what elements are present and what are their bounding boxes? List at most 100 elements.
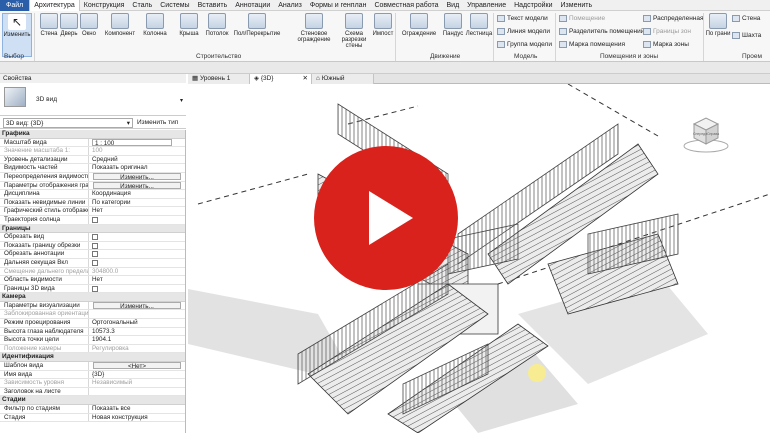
window-button[interactable]: Окно <box>76 13 102 37</box>
property-label: Высота точки цели <box>0 336 89 344</box>
roof-button[interactable]: Крыша <box>176 13 202 37</box>
tab-south[interactable]: ⌂ Южный <box>312 74 374 84</box>
mullion-button[interactable]: Импост <box>370 13 396 37</box>
room-tag-icon <box>559 41 567 48</box>
checkbox[interactable] <box>92 259 98 266</box>
property-value[interactable] <box>89 285 185 293</box>
properties-section[interactable]: Графика <box>0 130 185 139</box>
menu-tab-0[interactable]: Архитектура <box>29 0 80 11</box>
property-value[interactable]: Показать все <box>89 405 185 413</box>
viewcube[interactable]: Спереди Справа <box>682 114 730 154</box>
property-value[interactable]: По категории <box>89 199 185 207</box>
property-value[interactable] <box>89 233 185 241</box>
curtain-grid-button[interactable]: Схема разрезки стены <box>336 13 372 49</box>
ramp-button[interactable]: Пандус <box>440 13 466 37</box>
menu-tab-1[interactable]: Конструкция <box>80 0 129 11</box>
model-text-icon <box>497 15 505 22</box>
checkbox[interactable] <box>92 251 98 258</box>
property-value[interactable] <box>89 242 185 250</box>
property-value[interactable]: Показать оригинал <box>89 164 185 172</box>
menu-tab-3[interactable]: Системы <box>156 0 193 11</box>
property-value[interactable]: Нет <box>89 276 185 284</box>
menu-tab-11[interactable]: Надстройки <box>510 0 556 11</box>
menu-tab-8[interactable]: Совместная работа <box>370 0 442 11</box>
edit-button[interactable]: Изменить... <box>93 181 181 189</box>
model-line-button[interactable]: Линия модели <box>497 28 550 35</box>
model-text-button[interactable]: Текст модели <box>497 15 548 22</box>
room-button[interactable]: Помещение <box>559 15 605 22</box>
property-value[interactable] <box>89 388 185 396</box>
menu-tab-10[interactable]: Управление <box>463 0 510 11</box>
video-play-button[interactable] <box>314 146 458 290</box>
property-label: Графический стиль отображе... <box>0 207 89 215</box>
property-label: Траектория солнца <box>0 215 89 224</box>
property-value[interactable] <box>89 250 185 258</box>
room-tag-button[interactable]: Марка помещения <box>559 41 625 48</box>
menu-tab-12[interactable]: Изменить <box>557 0 597 11</box>
room-separator-button[interactable]: Разделитель помещений <box>559 28 644 35</box>
property-row: Обрезать аннотации <box>0 250 185 259</box>
edit-button[interactable]: Изменить... <box>93 172 181 181</box>
menu-tab-2[interactable]: Сталь <box>128 0 156 11</box>
properties-section[interactable]: Границы <box>0 224 185 234</box>
menu-tab-5[interactable]: Аннотации <box>231 0 274 11</box>
checkbox[interactable] <box>92 234 98 241</box>
modify-button[interactable]: ↖ Изменить <box>2 13 32 57</box>
select-group-label[interactable]: Выбор <box>4 53 24 60</box>
property-value[interactable]: <Нет> <box>89 362 185 370</box>
property-value[interactable]: Изменить... <box>89 301 185 309</box>
property-value[interactable]: Изменить... <box>89 172 185 181</box>
file-menu[interactable]: Файл <box>0 0 30 11</box>
tab-3d[interactable]: ◈ {3D} ✕ <box>250 74 312 84</box>
area-tag-button[interactable]: Марка зоны <box>643 41 689 48</box>
checkbox[interactable] <box>92 242 98 249</box>
property-value[interactable]: 10573.3 <box>89 328 185 336</box>
by-face-button[interactable]: По грани <box>705 13 731 37</box>
scale-input[interactable]: 1 : 100 <box>92 138 172 147</box>
tab-level-1[interactable]: ▦ Уровень 1 <box>188 74 250 84</box>
property-value: 100 <box>92 147 103 155</box>
property-label: Фильтр по стадиям <box>0 405 89 413</box>
edit-type-button[interactable]: Изменить тип <box>137 119 178 126</box>
close-icon[interactable]: ✕ <box>303 74 308 84</box>
edit-button[interactable]: Изменить... <box>93 301 181 309</box>
3d-viewport[interactable]: Спереди Справа <box>188 84 770 433</box>
shaft-button[interactable]: Шахта <box>732 32 761 39</box>
property-value[interactable]: Изменить... <box>89 181 185 189</box>
menu-tab-6[interactable]: Анализ <box>274 0 306 11</box>
property-value[interactable]: Новая конструкция <box>89 414 185 422</box>
opening-wall-button[interactable]: Стена <box>732 15 760 22</box>
edit-button[interactable]: <Нет> <box>93 362 181 370</box>
property-value[interactable]: Координация <box>89 190 185 198</box>
checkbox[interactable] <box>92 216 98 223</box>
property-value[interactable]: Ортогональный <box>89 319 185 327</box>
property-value[interactable]: Нет <box>89 207 185 215</box>
menu-tab-4[interactable]: Вставить <box>194 0 232 11</box>
column-button[interactable]: Колонна <box>142 13 168 37</box>
area-button[interactable]: Распределенная <box>643 15 704 22</box>
component-button[interactable]: Компонент <box>104 13 136 37</box>
property-value[interactable] <box>89 216 185 224</box>
menu-tab-7[interactable]: Формы и генплан <box>306 0 371 11</box>
curtain-wall-button[interactable]: Стеновое ограждение <box>296 13 332 43</box>
stair-button[interactable]: Лестница <box>466 13 492 37</box>
properties-section[interactable]: Стадии <box>0 396 185 405</box>
property-value[interactable] <box>89 259 185 267</box>
model-group-button[interactable]: Группа модели <box>497 41 552 48</box>
view-selector-dropdown[interactable]: 3D вид: {3D} <box>3 117 133 128</box>
property-label: Стадия <box>0 413 89 422</box>
properties-section[interactable]: Идентификация <box>0 353 185 363</box>
railing-button[interactable]: Ограждение <box>402 13 436 37</box>
menu-tab-9[interactable]: Вид <box>443 0 464 11</box>
property-value[interactable]: 1 : 100 <box>89 138 185 147</box>
type-selector[interactable]: 3D вид ▾ <box>0 83 186 116</box>
property-value[interactable]: {3D} <box>89 371 185 379</box>
floor-button[interactable]: Пол/Перекрытие <box>234 13 280 37</box>
area-boundary-button[interactable]: Границы зон <box>643 28 691 35</box>
chevron-down-icon[interactable]: ▾ <box>180 97 183 104</box>
property-value[interactable]: Средний <box>89 156 185 164</box>
ceiling-button[interactable]: Потолок <box>204 13 230 37</box>
properties-section[interactable]: Камера <box>0 293 185 302</box>
checkbox[interactable] <box>92 285 98 292</box>
property-value[interactable]: 1904.1 <box>89 336 185 344</box>
